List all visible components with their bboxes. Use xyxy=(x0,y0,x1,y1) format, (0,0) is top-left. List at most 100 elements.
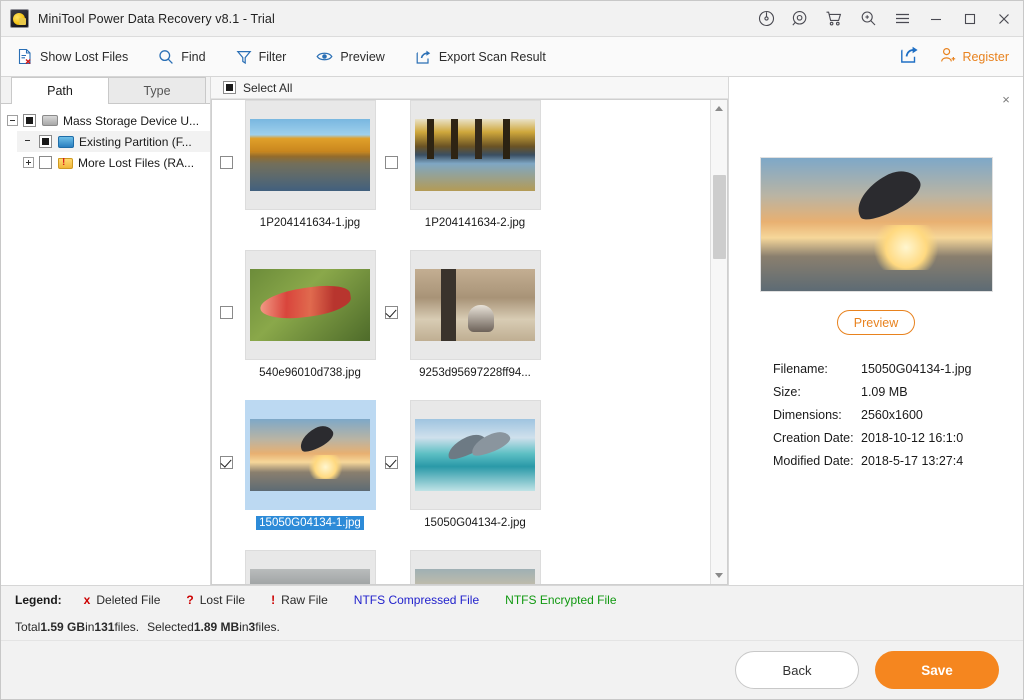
metadata-value: 1.09 MB xyxy=(861,384,908,399)
tree-checkbox[interactable] xyxy=(23,114,36,127)
file-checkbox[interactable] xyxy=(385,305,398,319)
show-lost-files-button[interactable]: Show Lost Files xyxy=(15,45,130,68)
register-label: Register xyxy=(962,49,1009,64)
select-all-label: Select All xyxy=(243,80,293,95)
search-zoom-icon[interactable] xyxy=(851,2,885,36)
file-cell[interactable]: 9253d95697228ff94... xyxy=(383,244,548,394)
file-cell[interactable]: 15050G04134-2.jpg xyxy=(383,394,548,544)
file-cell[interactable]: 1P204141634-1.jpg xyxy=(218,100,383,244)
metadata-row: Modified Date: 2018-5-17 13:27:4 xyxy=(773,449,1023,472)
file-thumbnail[interactable] xyxy=(409,400,541,510)
file-thumbnail[interactable] xyxy=(244,400,376,510)
metadata-key: Size: xyxy=(773,384,801,399)
select-all-checkbox[interactable] xyxy=(223,81,236,94)
file-thumbnail[interactable] xyxy=(409,250,541,360)
file-cell-selected[interactable]: 15050G04134-1.jpg xyxy=(218,394,383,544)
file-name: 15050G04134-1.jpg xyxy=(256,516,364,530)
tree-item-existing-partition[interactable]: Existing Partition (F... xyxy=(17,131,210,152)
file-checkbox[interactable] xyxy=(385,455,398,469)
device-icon xyxy=(42,115,58,126)
grid-vertical-scrollbar[interactable] xyxy=(710,100,727,584)
preview-panel: × Preview Filename: 15050G04134-1.jpg Si… xyxy=(729,77,1023,585)
lost-file-icon: ? xyxy=(186,592,194,607)
left-panel: Path Type Mass Storage Device U... Exist… xyxy=(1,77,211,585)
preview-button-row: Preview xyxy=(729,310,1023,335)
tree-item-more-lost-files[interactable]: More Lost Files (RA... xyxy=(17,152,210,173)
file-cell[interactable]: 1P204141634-2.jpg xyxy=(383,100,548,244)
document-x-icon xyxy=(17,48,33,65)
legend-label: NTFS Encrypted File xyxy=(505,592,617,607)
share-arrow-icon xyxy=(899,46,919,67)
file-checkbox[interactable] xyxy=(220,155,233,169)
tab-path[interactable]: Path xyxy=(11,77,109,104)
metadata-value: 2560x1600 xyxy=(861,407,923,422)
filter-button[interactable]: Filter xyxy=(234,46,289,68)
find-button[interactable]: Find xyxy=(156,46,207,68)
minimize-button[interactable] xyxy=(919,2,953,36)
legend-item-ntfs-compressed: NTFS Compressed File xyxy=(354,593,479,607)
window-title: MiniTool Power Data Recovery v8.1 - Tria… xyxy=(38,11,275,26)
disk-scan-icon[interactable] xyxy=(749,2,783,36)
tree-checkbox[interactable] xyxy=(39,135,52,148)
scroll-down-icon[interactable] xyxy=(710,567,727,584)
scrollbar-thumb[interactable] xyxy=(712,175,726,259)
status-total-prefix: Total xyxy=(15,619,41,634)
metadata-key: Dimensions: xyxy=(773,407,842,422)
share-button[interactable] xyxy=(896,43,922,70)
cart-icon[interactable] xyxy=(817,2,851,36)
file-checkbox[interactable] xyxy=(220,455,233,469)
tree-checkbox[interactable] xyxy=(39,156,52,169)
maximize-button[interactable] xyxy=(953,2,987,36)
find-label: Find xyxy=(181,49,206,64)
title-bar: MiniTool Power Data Recovery v8.1 - Tria… xyxy=(1,1,1023,37)
file-name: 1P204141634-2.jpg xyxy=(424,217,526,229)
status-selected-count: 3 xyxy=(248,619,256,634)
tab-type[interactable]: Type xyxy=(108,77,206,103)
file-thumbnail[interactable] xyxy=(409,550,541,584)
tree-item-label: Existing Partition (F... xyxy=(79,134,192,149)
file-thumbnail[interactable] xyxy=(244,250,376,360)
legend-title: Legend: xyxy=(15,592,62,607)
file-thumb-wrap: 1P204141634-2.jpg xyxy=(404,100,546,242)
save-button[interactable]: Save xyxy=(875,651,999,689)
tree-item-mass-storage[interactable]: Mass Storage Device U... xyxy=(1,110,210,131)
register-button[interactable]: Register xyxy=(940,47,1009,66)
file-checkbox[interactable] xyxy=(385,155,398,169)
file-thumbnail[interactable] xyxy=(409,100,541,210)
eye-icon xyxy=(316,49,333,64)
file-thumbnail[interactable] xyxy=(244,550,376,584)
file-cell[interactable]: 540e96010d738.jpg xyxy=(218,244,383,394)
user-add-icon xyxy=(940,47,956,66)
select-all-row[interactable]: Select All xyxy=(211,77,728,99)
main-toolbar: Show Lost Files Find Filter Preview Expo… xyxy=(1,37,1023,77)
file-thumbnail[interactable] xyxy=(244,100,376,210)
close-icon[interactable]: × xyxy=(998,91,1014,107)
expander-minus-icon[interactable] xyxy=(7,115,18,126)
expander-plus-icon[interactable] xyxy=(23,157,34,168)
preview-label: Preview xyxy=(340,49,385,64)
folder-warning-icon xyxy=(58,156,73,169)
scrollbar-track[interactable] xyxy=(711,117,728,567)
file-thumb-wrap: 15050G04134-1.jpg xyxy=(239,400,381,542)
legend-label: NTFS Compressed File xyxy=(353,592,480,607)
legend-item-ntfs-encrypted: NTFS Encrypted File xyxy=(505,593,616,607)
menu-icon[interactable] xyxy=(885,2,919,36)
tree-item-label: Mass Storage Device U... xyxy=(63,113,200,128)
close-button[interactable] xyxy=(987,2,1021,36)
metadata-row: Filename: 15050G04134-1.jpg xyxy=(773,357,1023,380)
status-total-suffix: files. xyxy=(114,619,140,634)
file-checkbox[interactable] xyxy=(220,305,233,319)
file-grid: 1P130141933-1.jpg 1P130141933-3.jpg 1P13… xyxy=(212,100,710,584)
file-cell[interactable]: 15050Q02927-1.jpg xyxy=(218,544,383,584)
file-name: 9253d95697228ff94... xyxy=(419,367,531,379)
export-share-icon xyxy=(415,49,432,65)
partition-icon xyxy=(58,135,74,148)
scroll-up-icon[interactable] xyxy=(710,100,727,117)
file-cell[interactable]: 15050Q02927-2.jpg xyxy=(383,544,548,584)
export-scan-result-button[interactable]: Export Scan Result xyxy=(413,46,548,68)
legend-item-deleted: x Deleted File xyxy=(84,593,161,607)
back-button[interactable]: Back xyxy=(735,651,859,689)
support-headset-icon[interactable] xyxy=(783,2,817,36)
preview-button[interactable]: Preview xyxy=(314,46,386,67)
preview-action-button[interactable]: Preview xyxy=(836,310,916,335)
